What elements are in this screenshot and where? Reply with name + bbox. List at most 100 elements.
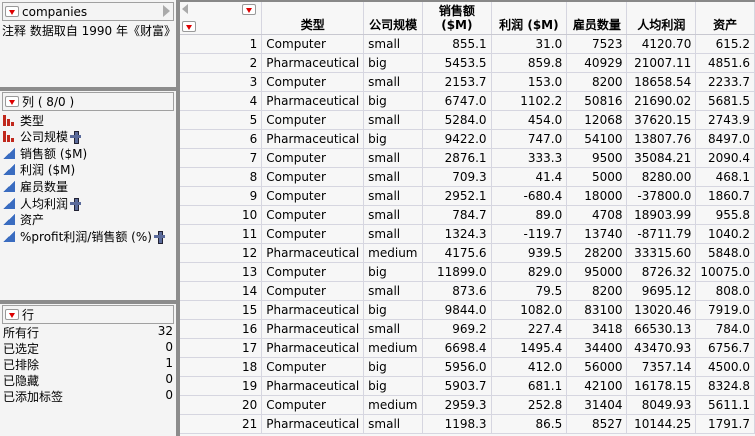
row-number[interactable]: 17 (180, 338, 263, 358)
plus-icon[interactable] (70, 131, 82, 145)
cell[interactable]: 13740 (566, 224, 628, 244)
row-number[interactable]: 20 (180, 395, 263, 415)
cell[interactable]: 8527 (566, 414, 628, 434)
cell[interactable]: Computer (261, 281, 365, 301)
cell[interactable]: 10144.25 (626, 414, 697, 434)
columns-menu-icon[interactable] (242, 4, 257, 15)
cell[interactable]: Computer (261, 395, 365, 415)
column-header[interactable]: 类型 (261, 2, 365, 35)
cell[interactable]: 859.8 (491, 53, 568, 73)
cell[interactable]: 66530.13 (626, 319, 697, 339)
cell[interactable]: 33315.60 (626, 243, 697, 263)
cell[interactable]: 50816 (566, 91, 628, 111)
cell[interactable]: 9844.0 (422, 300, 492, 320)
cell[interactable]: 6747.0 (422, 91, 492, 111)
row-number[interactable]: 19 (180, 376, 263, 396)
cell[interactable]: big (363, 300, 424, 320)
cell[interactable]: 31404 (566, 395, 628, 415)
collapse-arrow-icon[interactable] (182, 4, 188, 14)
cell[interactable]: 1040.2 (695, 224, 755, 244)
cell[interactable]: 615.2 (695, 34, 755, 54)
column-header[interactable]: 销售额 ($M) (422, 2, 492, 35)
row-number[interactable]: 10 (180, 205, 263, 225)
column-item[interactable]: 雇员数量 (3, 178, 68, 194)
cell[interactable]: medium (363, 395, 424, 415)
cell[interactable]: 7523 (566, 34, 628, 54)
cell[interactable]: Computer (261, 72, 365, 92)
cell[interactable]: 18658.54 (626, 72, 697, 92)
cell[interactable]: 40929 (566, 53, 628, 73)
cell[interactable]: Computer (261, 205, 365, 225)
table-row[interactable]: 4 Pharmaceutical big 6747.0 1102.2 50816 21690… (180, 91, 755, 111)
column-header[interactable]: 公司规模 (363, 2, 424, 35)
cell[interactable]: 1082.0 (491, 300, 568, 320)
cell[interactable]: 1495.4 (491, 338, 568, 358)
cell[interactable]: 9695.12 (626, 281, 697, 301)
cell[interactable]: 1102.2 (491, 91, 568, 111)
column-item[interactable]: 资产 (3, 212, 44, 228)
cell[interactable]: small (363, 72, 424, 92)
table-row[interactable]: 15 Pharmaceutical big 9844.0 1082.0 83100 1302… (180, 300, 755, 320)
row-number[interactable]: 18 (180, 357, 263, 377)
cell[interactable]: Computer (261, 148, 365, 168)
table-row[interactable]: 7 Computer small 2876.1 333.3 9500 35084.21 209… (180, 148, 755, 168)
columns-panel-header[interactable]: 列 ( 8/0 ) (2, 92, 174, 111)
cell[interactable]: 83100 (566, 300, 628, 320)
row-number[interactable]: 6 (180, 129, 263, 149)
row-number[interactable]: 3 (180, 72, 263, 92)
cell[interactable]: 8200 (566, 72, 628, 92)
cell[interactable]: 7357.14 (626, 357, 697, 377)
cell[interactable]: 8280.00 (626, 167, 697, 187)
cell[interactable]: 95000 (566, 262, 628, 282)
cell[interactable]: 21007.11 (626, 53, 697, 73)
cell[interactable]: 333.3 (491, 148, 568, 168)
cell[interactable]: 31.0 (491, 34, 568, 54)
cell[interactable]: 1791.7 (695, 414, 755, 434)
cell[interactable]: 2233.7 (695, 72, 755, 92)
cell[interactable]: 43470.93 (626, 338, 697, 358)
cell[interactable]: small (363, 148, 424, 168)
cell[interactable]: big (363, 129, 424, 149)
cell[interactable]: Pharmaceutical (261, 319, 365, 339)
cell[interactable]: 747.0 (491, 129, 568, 149)
row-number[interactable]: 13 (180, 262, 263, 282)
rows-panel-header[interactable]: 行 (2, 305, 174, 324)
table-row[interactable]: 17 Pharmaceutical medium 6698.4 1495.4 34400 4… (180, 338, 755, 358)
column-header[interactable]: 雇员数量 (566, 2, 628, 35)
grid-corner[interactable] (180, 2, 263, 35)
cell[interactable]: 252.8 (491, 395, 568, 415)
cell[interactable]: 784.0 (695, 319, 755, 339)
table-row[interactable]: 9 Computer small 2952.1 -680.4 18000 -37800.0 1… (180, 186, 755, 206)
cell[interactable]: 8726.32 (626, 262, 697, 282)
cell[interactable]: Pharmaceutical (261, 338, 365, 358)
cell[interactable]: small (363, 110, 424, 130)
table-title-box[interactable]: companies (2, 2, 174, 21)
column-item[interactable]: 人均利润 (3, 195, 82, 211)
cell[interactable]: 13807.76 (626, 129, 697, 149)
plus-icon[interactable] (70, 197, 82, 211)
red-triangle-menu-icon[interactable] (5, 96, 19, 107)
cell[interactable]: 8497.0 (695, 129, 755, 149)
cell[interactable]: 939.5 (491, 243, 568, 263)
cell[interactable]: Computer (261, 167, 365, 187)
cell[interactable]: 8200 (566, 281, 628, 301)
table-row[interactable]: 5 Computer small 5284.0 454.0 12068 37620.15 27… (180, 110, 755, 130)
cell[interactable]: 6756.7 (695, 338, 755, 358)
cell[interactable]: 5848.0 (695, 243, 755, 263)
cell[interactable]: 829.0 (491, 262, 568, 282)
row-number[interactable]: 2 (180, 53, 263, 73)
cell[interactable]: 56000 (566, 357, 628, 377)
row-number[interactable]: 21 (180, 414, 263, 434)
cell[interactable]: 955.8 (695, 205, 755, 225)
cell[interactable]: 5284.0 (422, 110, 492, 130)
table-row[interactable]: 8 Computer small 709.3 41.4 5000 8280.00 468.1 (180, 167, 755, 187)
cell[interactable]: medium (363, 243, 424, 263)
red-triangle-menu-icon[interactable] (5, 309, 19, 320)
row-number[interactable]: 11 (180, 224, 263, 244)
cell[interactable]: Pharmaceutical (261, 129, 365, 149)
table-row[interactable]: 20 Computer medium 2959.3 252.8 31404 8049.93 5… (180, 395, 755, 415)
table-row[interactable]: 14 Computer small 873.6 79.5 8200 9695.12 808.0 (180, 281, 755, 301)
cell[interactable]: 8049.93 (626, 395, 697, 415)
row-number[interactable]: 12 (180, 243, 263, 263)
cell[interactable]: 227.4 (491, 319, 568, 339)
